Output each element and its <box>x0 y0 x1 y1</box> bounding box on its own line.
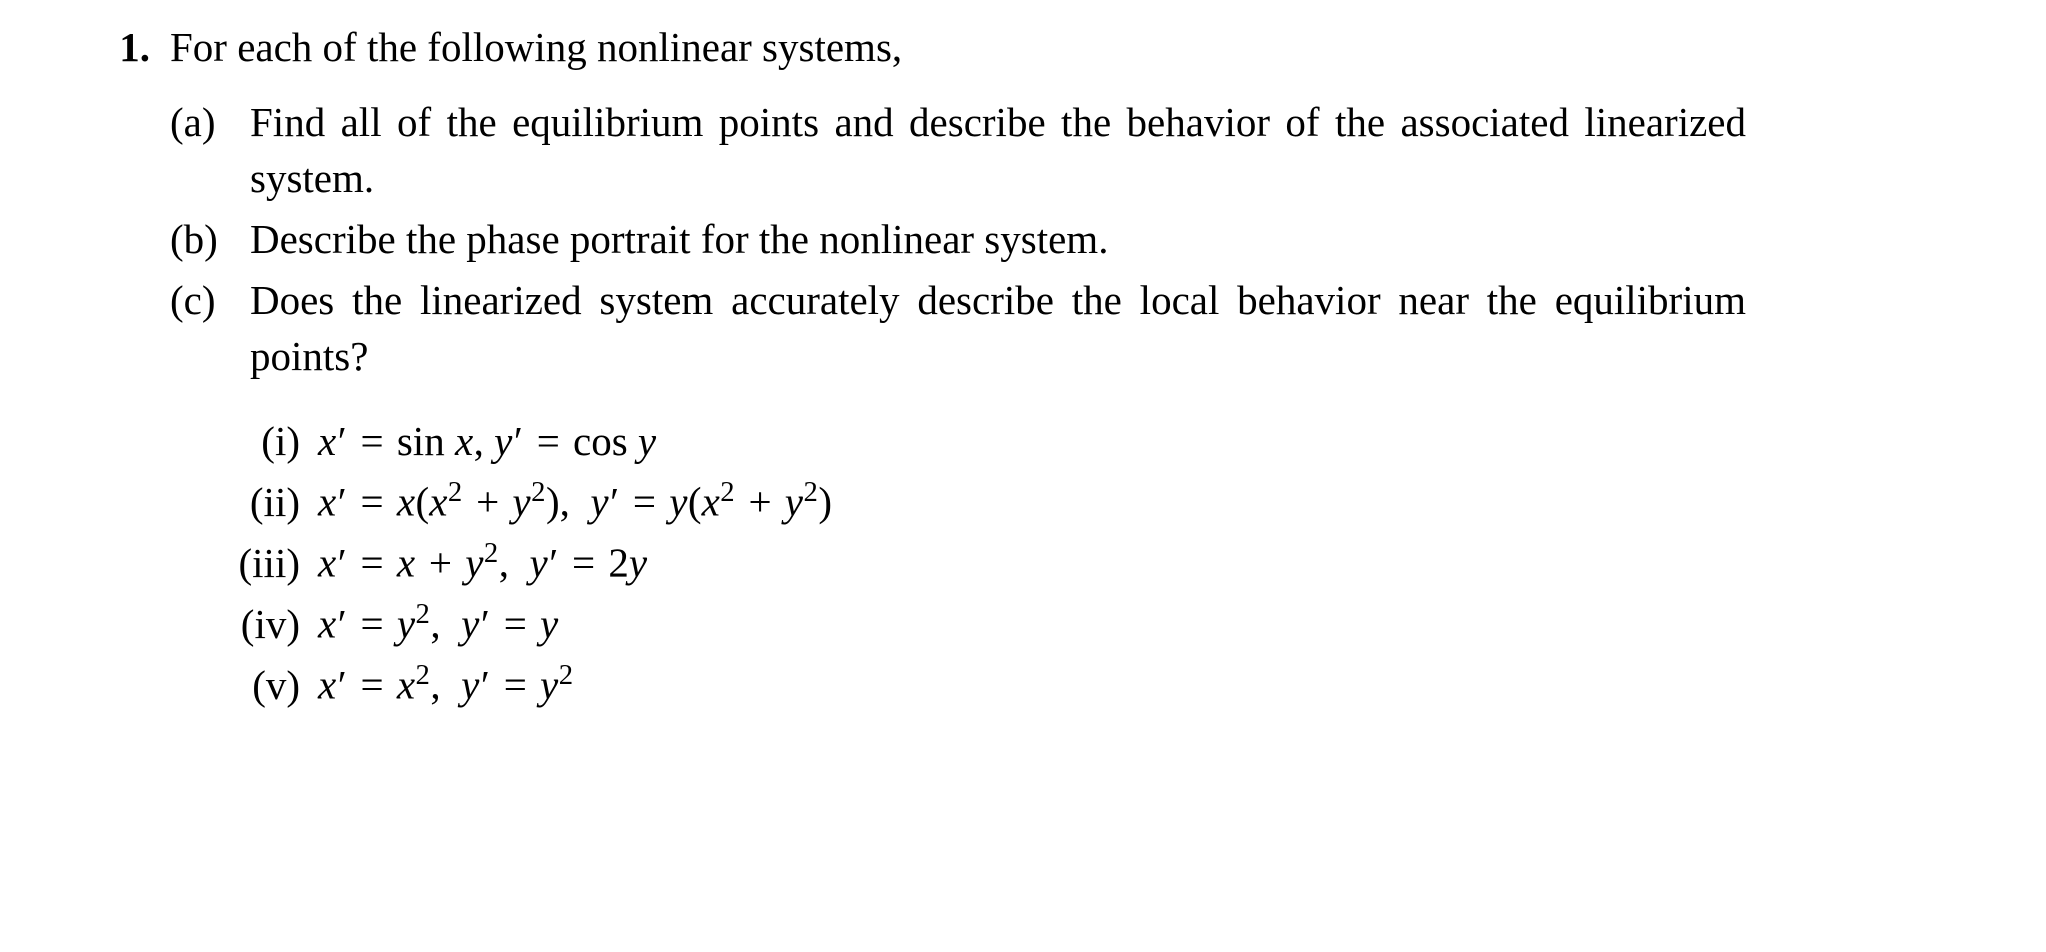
part-text: Does the linearized system accurately de… <box>250 273 1966 384</box>
fn-cos: cos <box>573 418 638 464</box>
subitem-equation: x′ = x(x2 + y2), y′ = y(x2 + y2) <box>318 473 832 530</box>
subitem-iv: (iv) x′ = y2, y′ = y <box>210 595 1966 652</box>
problem-row: 1. For each of the following nonlinear s… <box>80 20 1966 75</box>
var-y: y <box>638 418 657 464</box>
subitem-ii: (ii) x′ = x(x2 + y2), y′ = y(x2 + y2) <box>210 473 1966 530</box>
part-label: (a) <box>170 95 250 150</box>
part-label: (b) <box>170 212 250 267</box>
subitem-equation: x′ = y2, y′ = y <box>318 595 559 652</box>
subitems-list: (i) x′ = sin x, y′ = cos y (ii) x′ = x(x… <box>170 414 1966 713</box>
sep: , <box>474 418 495 464</box>
page: 1. For each of the following nonlinear s… <box>0 0 2046 952</box>
parts-list: (a) Find all of the equilibrium points a… <box>170 95 1966 713</box>
subitem-label: (i) <box>210 414 318 469</box>
fn-sin: sin <box>397 418 455 464</box>
eq-y: y′ = cos y <box>494 418 656 464</box>
eq-x: x′ = sin x <box>318 418 474 464</box>
part-text: Find all of the equilibrium points and d… <box>250 95 1966 206</box>
problem-number: 1. <box>80 20 170 75</box>
subitem-iii: (iii) x′ = x + y2, y′ = 2y <box>210 534 1966 591</box>
part-b: (b) Describe the phase portrait for the … <box>170 212 1966 267</box>
subitem-equation: x′ = x2, y′ = y2 <box>318 656 574 713</box>
subitem-label: (iv) <box>210 597 318 652</box>
part-a: (a) Find all of the equilibrium points a… <box>170 95 1966 206</box>
problem-stem: For each of the following nonlinear syst… <box>170 20 1966 75</box>
subitem-label: (iii) <box>210 536 318 591</box>
problem-body: (a) Find all of the equilibrium points a… <box>80 75 1966 717</box>
var-x: x <box>455 418 474 464</box>
part-c: (c) Does the linearized system accuratel… <box>170 273 1966 384</box>
subitem-label: (ii) <box>210 475 318 530</box>
subitem-v: (v) x′ = x2, y′ = y2 <box>210 656 1966 713</box>
part-label: (c) <box>170 273 250 328</box>
part-text: Describe the phase portrait for the nonl… <box>250 212 1966 267</box>
subitem-equation: x′ = x + y2, y′ = 2y <box>318 534 648 591</box>
subitem-equation: x′ = sin x, y′ = cos y <box>318 414 657 469</box>
subitem-label: (v) <box>210 658 318 713</box>
subitem-i: (i) x′ = sin x, y′ = cos y <box>210 414 1966 469</box>
